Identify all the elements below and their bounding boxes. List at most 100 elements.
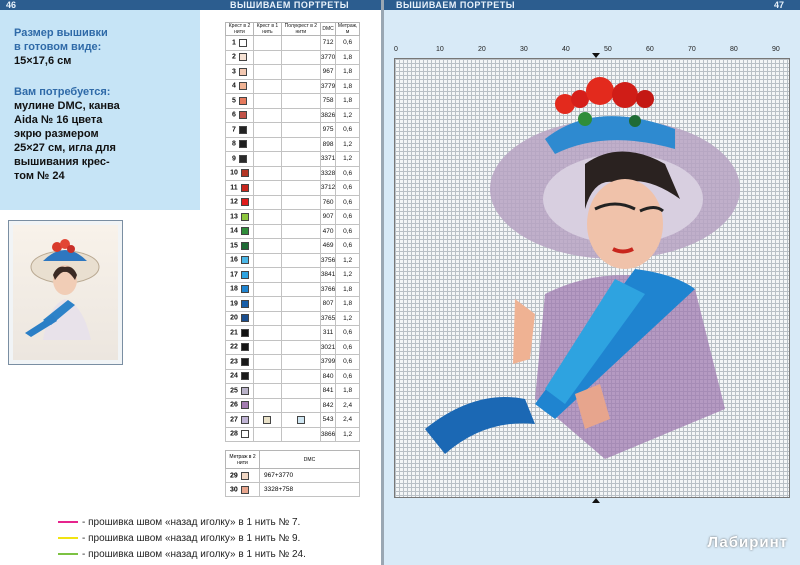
key-single-cell: [253, 64, 282, 80]
key-dmc: 3841: [319, 267, 337, 283]
key-half-cell: [280, 35, 321, 51]
color-swatch: [240, 386, 249, 395]
key-dmc: 3328: [319, 165, 337, 181]
key-half-cell: [280, 354, 321, 370]
color-swatch: [240, 357, 249, 366]
key-length: 0,6: [335, 223, 360, 239]
key-single-cell: [253, 252, 282, 268]
color-swatch: [296, 415, 305, 424]
color-swatch: [240, 212, 249, 221]
key-row: 8 898 1,2: [225, 136, 360, 152]
key-half-cell: [280, 325, 321, 341]
key-dmc: 469: [319, 238, 337, 254]
key-swatch-cell: 23: [225, 354, 254, 370]
legend-swatch-pink: [58, 521, 78, 524]
key-single-cell: [253, 35, 282, 51]
key-swatch-cell: 20: [225, 310, 254, 326]
color-swatch: [240, 415, 249, 424]
key-dmc: 470: [319, 223, 337, 239]
color-swatch: [240, 485, 249, 494]
key-number: 4: [232, 82, 236, 90]
pattern-artwork: [425, 77, 740, 459]
key-number: 26: [230, 401, 238, 409]
key-number: 27: [230, 416, 238, 424]
color-swatch: [238, 53, 247, 62]
color-swatch: [240, 372, 249, 381]
color-swatch: [240, 343, 249, 352]
x-tick-label: 20: [478, 46, 486, 53]
color-key-body: 1 712 0,6 2 3770 1,8 3 967 1,8 4 3779 1,8 5 758 1,8 6 38…: [225, 35, 360, 442]
portrait-illustration: [25, 239, 100, 340]
key-swatch-cell: 1: [225, 35, 254, 51]
color-swatch: [238, 82, 247, 91]
needs-line: 25×27 см, игла для: [14, 142, 116, 154]
key-dmc: 760: [319, 194, 337, 210]
color-swatch: [238, 140, 247, 149]
key-length: 1,8: [335, 93, 360, 109]
key-number: 12: [230, 198, 238, 206]
key-half-cell: [280, 426, 321, 442]
key2-number: 30: [230, 486, 238, 494]
key-half-cell: [280, 64, 321, 80]
x-tick-label: 0: [394, 46, 398, 53]
color-swatch: [240, 328, 249, 337]
key-length: 0,6: [335, 339, 360, 355]
key-row: 27 543 2,4: [225, 412, 360, 428]
key-dmc: 3866: [319, 426, 337, 442]
key2-number: 29: [230, 472, 238, 480]
key-swatch-cell: 8: [225, 136, 254, 152]
key-swatch-cell: 6: [225, 107, 254, 123]
x-tick-label: 50: [604, 46, 612, 53]
key-single-cell: [253, 281, 282, 297]
key-single-cell: [253, 412, 282, 428]
key-swatch-cell: 14: [225, 223, 254, 239]
color-swatch: [240, 256, 249, 265]
key-single-cell: [253, 426, 282, 442]
preview-image: [13, 225, 118, 360]
legend-item: - прошивка швом «назад иголку» в 1 нить …: [58, 533, 300, 544]
key-row: 16 3756 1,2: [225, 252, 360, 268]
key-swatch-cell: 15: [225, 238, 254, 254]
key-length: 0,6: [335, 325, 360, 341]
key-dmc: 840: [319, 368, 337, 384]
key-half-cell: [280, 194, 321, 210]
key-number: 6: [232, 111, 236, 119]
key-half-cell: [280, 180, 321, 196]
color-swatch: [240, 285, 249, 294]
key-length: 1,8: [335, 64, 360, 80]
running-title-right: ВЫШИВАЕМ ПОРТРЕТЫ: [396, 0, 516, 10]
key-single-cell: [253, 267, 282, 283]
key-swatch-cell: 3: [225, 64, 254, 80]
x-tick-label: 40: [562, 46, 570, 53]
color-swatch: [238, 96, 247, 105]
key-number: 25: [230, 387, 238, 395]
right-page: ВЫШИВАЕМ ПОРТРЕТЫ 47 0 10 20 30 40 50 60 70 80 90…: [384, 0, 800, 565]
key-half-cell: [280, 93, 321, 109]
key-header: Крест в 1 нить: [253, 22, 282, 36]
center-marker-bottom: [592, 498, 600, 503]
key-row: 13 907 0,6: [225, 209, 360, 225]
key-single-cell: [253, 93, 282, 109]
key-single-cell: [253, 122, 282, 138]
key2-row: 29 967+3770: [225, 468, 360, 483]
color-swatch: [238, 67, 247, 76]
color-swatch: [238, 154, 247, 163]
key-number: 20: [230, 314, 238, 322]
needs-line: том № 24: [14, 170, 65, 182]
key-number: 21: [230, 329, 238, 337]
key-single-cell: [253, 325, 282, 341]
key-half-cell: [280, 339, 321, 355]
key-dmc: 3779: [319, 78, 337, 94]
key-single-cell: [253, 49, 282, 65]
key-single-cell: [253, 397, 282, 413]
key-single-cell: [253, 310, 282, 326]
legend-swatch-green: [58, 553, 78, 556]
blend-key-table: Метраж в 2 нити DMC 29 967+3770 30 3328+758: [225, 450, 360, 497]
size-subtitle: в готовом виде:: [14, 41, 102, 53]
key-row: 22 3021 0,6: [225, 339, 360, 355]
key-row: 21 311 0,6: [225, 325, 360, 341]
x-tick-label: 30: [520, 46, 528, 53]
key-swatch-cell: 13: [225, 209, 254, 225]
key-number: 17: [230, 271, 238, 279]
key-length: 1,8: [335, 383, 360, 399]
